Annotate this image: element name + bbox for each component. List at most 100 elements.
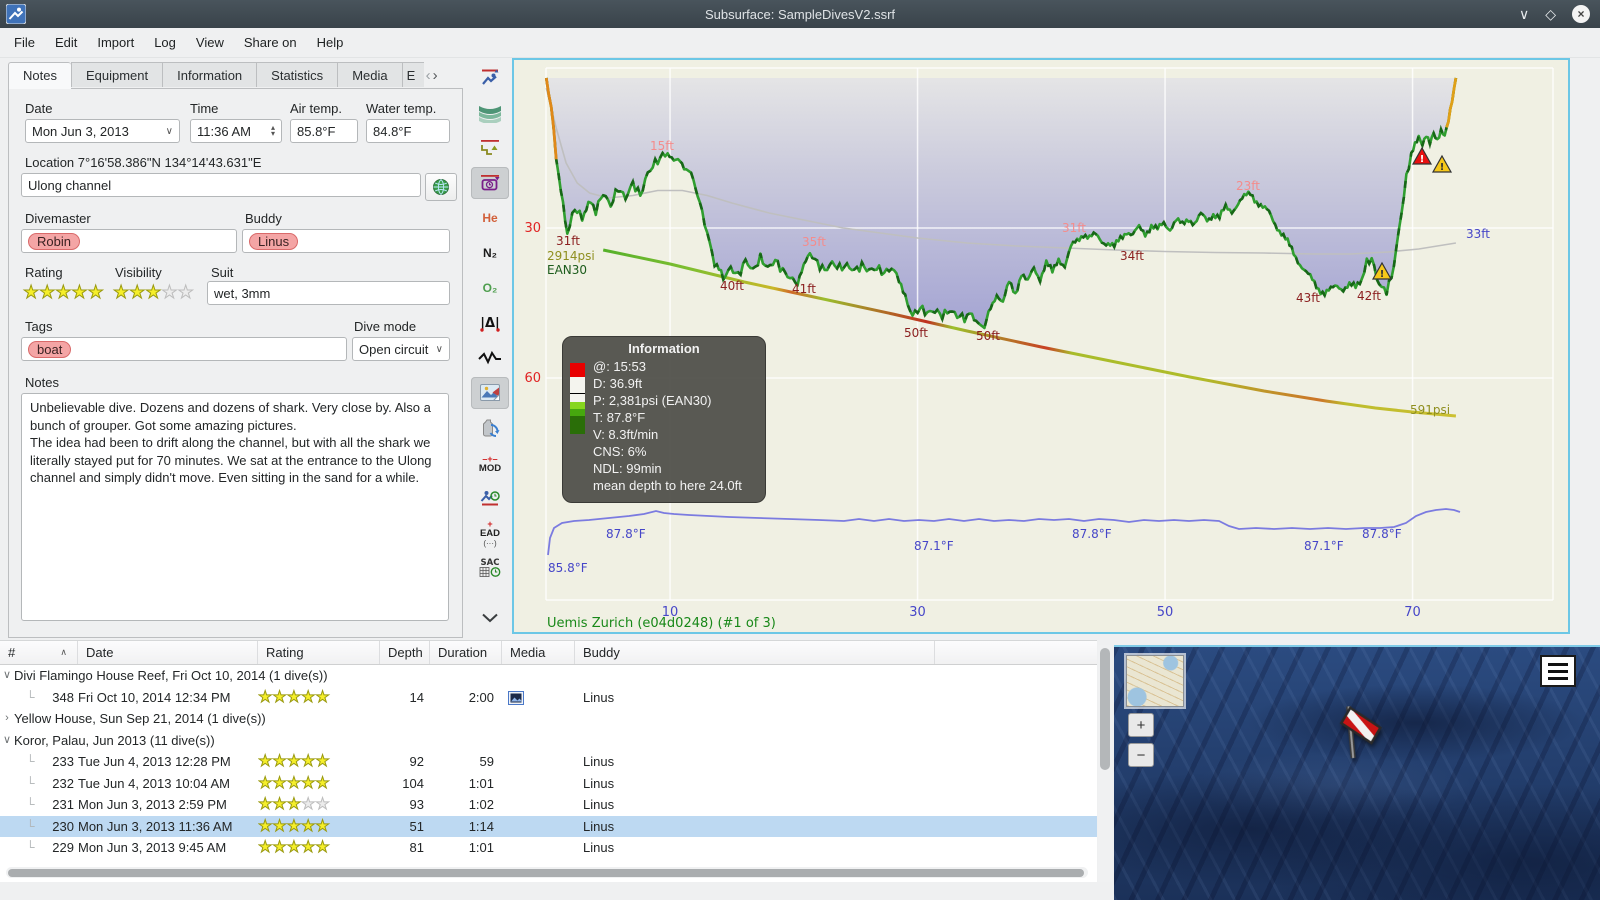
minimize-icon[interactable]: ∨ <box>1519 6 1529 23</box>
column-header-media[interactable]: Media <box>502 641 575 664</box>
dive-row[interactable]: └ 231 Mon Jun 3, 2013 2:59 PM ★★★★★ 93 1:02 Li… <box>0 794 1097 816</box>
buddy-field[interactable]: Linus <box>242 229 450 253</box>
divemaster-field[interactable]: Robin <box>21 229 237 253</box>
maximize-icon[interactable]: ◇ <box>1545 6 1556 23</box>
tab-statistics[interactable]: Statistics <box>256 62 338 87</box>
visibility-stars[interactable]: ★ ★ ★ ★ ★ <box>112 283 194 302</box>
column-header-rating[interactable]: Rating <box>258 641 380 664</box>
trip-row[interactable]: ∨ Koror, Palau, Jun 2013 (11 dive(s)) <box>0 730 1097 752</box>
notes-textarea[interactable]: Unbelievable dive. Dozens and dozens of … <box>21 393 449 621</box>
horizontal-scrollbar[interactable] <box>6 867 1088 878</box>
close-icon[interactable]: × <box>1572 5 1590 23</box>
star-icon[interactable]: ★ <box>112 283 129 302</box>
chevron-down-icon[interactable]: ∨ <box>0 730 14 752</box>
menu-item-share-on[interactable]: Share on <box>234 29 307 57</box>
menu-item-import[interactable]: Import <box>87 29 144 57</box>
svg-text:50: 50 <box>1157 605 1174 620</box>
buddy-tag[interactable]: Linus <box>249 232 299 250</box>
menu-item-log[interactable]: Log <box>144 29 186 57</box>
dive-mode-select[interactable]: Open circuit ∨ <box>352 337 450 361</box>
menu-item-edit[interactable]: Edit <box>45 29 87 57</box>
tags-field[interactable]: boat <box>21 337 347 361</box>
menu-item-file[interactable]: File <box>4 29 45 57</box>
column-header-depth[interactable]: Depth <box>380 641 430 664</box>
dive-flag-marker[interactable] <box>1326 699 1395 771</box>
chevron-right-icon[interactable]: › <box>0 708 14 730</box>
menu-item-help[interactable]: Help <box>307 29 354 57</box>
chevron-down-icon[interactable]: ∨ <box>0 665 14 687</box>
dive-row[interactable]: └ 232 Tue Jun 4, 2013 10:04 AM ★★★★★ 104 1:01… <box>0 773 1097 795</box>
media-photo-icon[interactable] <box>508 691 524 706</box>
hamburger-menu-icon[interactable] <box>1540 655 1576 687</box>
waves-icon[interactable] <box>471 97 509 129</box>
cylinder-switch-icon[interactable] <box>471 412 509 444</box>
star-icon[interactable]: ★ <box>161 283 178 302</box>
time-value: 11:36 AM <box>197 123 251 139</box>
dive-row[interactable]: └ 233 Tue Jun 4, 2013 12:28 PM ★★★★★ 92 59 Lin… <box>0 751 1097 773</box>
tab-equipment[interactable]: Equipment <box>70 62 163 87</box>
helium-icon[interactable]: He <box>471 202 509 234</box>
oxygen-icon[interactable]: O₂ <box>471 272 509 304</box>
suit-field[interactable]: wet, 3mm <box>207 281 450 305</box>
dive-row[interactable]: └ 230 Mon Jun 3, 2013 11:36 AM ★★★★★ 51 1:14 L… <box>0 815 1097 837</box>
star-icon[interactable]: ★ <box>145 283 162 302</box>
nitrogen-icon[interactable]: N₂ <box>471 237 509 269</box>
dive-row[interactable]: └ 348 Fri Oct 10, 2014 12:34 PM ★★★★★ 14 2:00… <box>0 687 1097 709</box>
sac-icon[interactable]: SAC <box>471 552 509 584</box>
rating-stars[interactable]: ★ ★ ★ ★ ★ <box>22 283 104 302</box>
spinner-arrows-icon[interactable]: ▴ ▾ <box>271 124 275 138</box>
dive-number: 231 <box>52 797 74 812</box>
map-zoom-out-button[interactable]: − <box>1128 743 1154 767</box>
date-combobox[interactable]: Mon Jun 3, 2013 ∨ <box>25 119 180 143</box>
water-temp-field[interactable]: 84.8°F <box>366 119 450 143</box>
star-icon: ★ <box>301 753 316 770</box>
location-field[interactable]: Ulong channel <box>21 173 421 197</box>
map-zoom-in-button[interactable]: + <box>1128 713 1154 737</box>
svg-text:50ft: 50ft <box>976 329 1000 343</box>
diver-clock-icon[interactable] <box>471 482 509 514</box>
ead-icon[interactable]: + EAD (···) <box>471 517 509 549</box>
column-header-number[interactable]: # ∧ <box>0 641 78 664</box>
minimap-thumbnail[interactable] <box>1126 655 1184 707</box>
diver-mode-icon[interactable] <box>471 62 509 94</box>
tab-e[interactable]: E <box>401 62 424 87</box>
star-icon[interactable]: ★ <box>71 283 88 302</box>
tab-media[interactable]: Media <box>337 62 402 87</box>
star-icon[interactable]: ★ <box>177 283 194 302</box>
trip-row[interactable]: › Yellow House, Sun Sep 21, 2014 (1 dive(… <box>0 708 1097 730</box>
heartrate-icon[interactable] <box>471 342 509 374</box>
dive-row[interactable]: └ 229 Mon Jun 3, 2013 9:45 AM ★★★★★ 81 1:01 Li… <box>0 837 1097 859</box>
star-icon[interactable]: ★ <box>22 283 39 302</box>
scroll-down-icon[interactable] <box>471 602 509 634</box>
delta-icon[interactable]: |Δ| <box>471 307 509 339</box>
air-temp-field[interactable]: 85.8°F <box>290 119 358 143</box>
dive-profile-panel[interactable]: 15ft 35ft 31ft 23ft 31ft 2914psi EAN30 40ft 41ft… <box>512 58 1570 634</box>
star-icon[interactable]: ★ <box>87 283 104 302</box>
scrollbar-thumb[interactable] <box>8 868 1084 877</box>
star-icon[interactable]: ★ <box>129 283 146 302</box>
photos-icon[interactable] <box>471 377 509 409</box>
star-icon[interactable]: ★ <box>55 283 72 302</box>
sort-ascending-icon[interactable]: ∧ <box>60 641 67 664</box>
trip-row[interactable]: ∨ Divi Flamingo House Reef, Fri Oct 10, 2… <box>0 665 1097 687</box>
tab-scroll-right-icon[interactable]: › <box>433 67 438 84</box>
globe-button[interactable] <box>425 173 457 201</box>
menu-item-view[interactable]: View <box>186 29 234 57</box>
mod-icon[interactable]: –+– MOD <box>471 447 509 479</box>
vertical-scrollbar[interactable] <box>1098 645 1112 882</box>
tab-information[interactable]: Information <box>162 62 257 87</box>
scrollbar-thumb[interactable] <box>1100 648 1110 770</box>
time-spinbox[interactable]: 11:36 AM ▴ ▾ <box>190 119 282 143</box>
column-header-duration[interactable]: Duration <box>430 641 502 664</box>
profile-steps-icon[interactable] <box>471 132 509 164</box>
tag-chip[interactable]: boat <box>28 340 72 358</box>
column-header-date[interactable]: Date <box>78 641 258 664</box>
dive-site-map[interactable]: + − <box>1114 645 1600 900</box>
cylinder-clock-icon[interactable] <box>471 167 509 199</box>
star-icon[interactable]: ★ <box>39 283 56 302</box>
tab-notes[interactable]: Notes <box>8 62 71 89</box>
tab-scroll-left-icon[interactable]: ‹ <box>426 67 431 84</box>
column-header-buddy[interactable]: Buddy <box>575 641 935 664</box>
star-icon: ★ <box>286 839 302 856</box>
divemaster-tag[interactable]: Robin <box>28 232 80 250</box>
